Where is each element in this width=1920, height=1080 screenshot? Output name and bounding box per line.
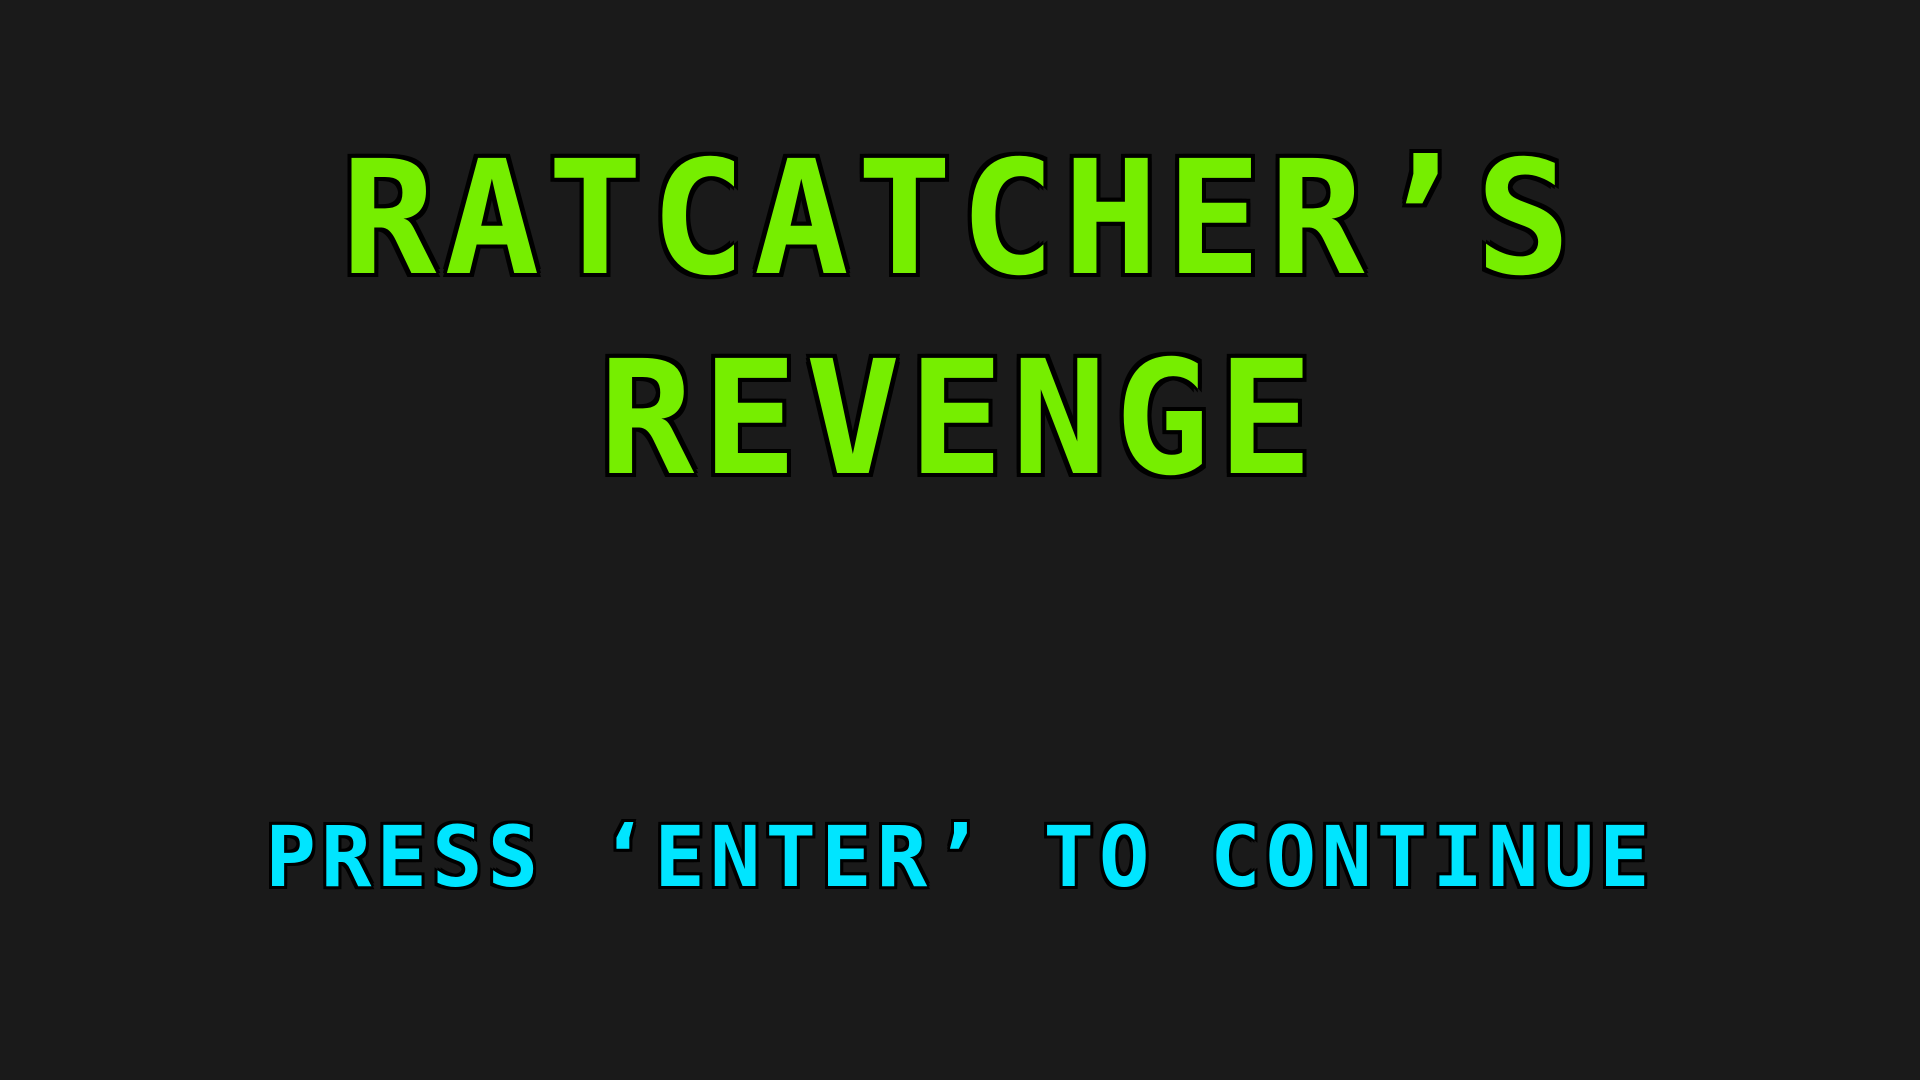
title-screen[interactable]: RATCATCHER’S REVENGE PRESS ‘ENTER’ TO CO… — [0, 0, 1920, 1080]
game-title-line-2: REVENGE — [599, 327, 1321, 511]
press-enter-prompt: PRESS ‘ENTER’ TO CONTINUE — [265, 808, 1655, 906]
game-title-line-1: RATCATCHER’S — [341, 127, 1579, 311]
